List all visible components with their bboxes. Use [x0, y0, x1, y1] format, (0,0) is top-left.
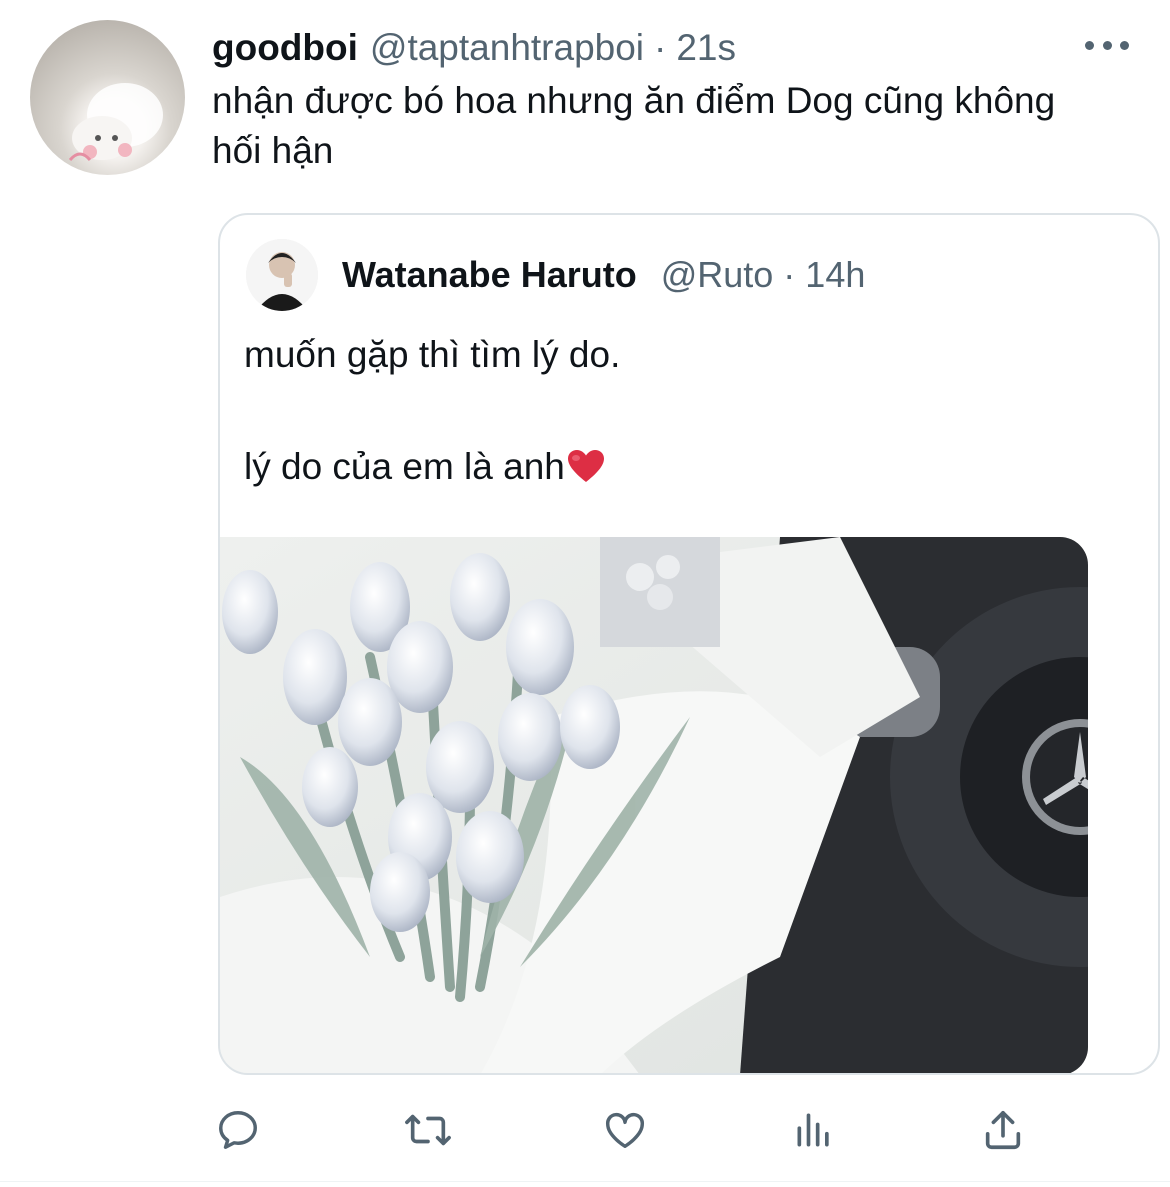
- display-name[interactable]: goodboi: [212, 27, 358, 69]
- quoted-tweet-header: Watanabe Haruto @Ruto · 14h: [342, 249, 865, 301]
- tulip-bouquet-photo[interactable]: [220, 537, 1088, 1073]
- photo-image: [220, 537, 1088, 1073]
- tweet-text: nhận được bó hoa nhưng ăn điểm Dog cũng …: [212, 80, 1056, 171]
- like-icon[interactable]: [597, 1100, 653, 1160]
- quoted-line-1: muốn gặp thì tìm lý do.: [244, 334, 621, 375]
- dot: [1120, 40, 1129, 50]
- separator-dot: ·: [783, 254, 796, 295]
- retweet-icon[interactable]: [400, 1100, 456, 1160]
- heart-emoji: [567, 443, 605, 499]
- share-icon[interactable]: [975, 1100, 1031, 1160]
- dot: [1102, 40, 1112, 50]
- more-dots-icon[interactable]: [1085, 30, 1129, 60]
- avatar-image: [68, 83, 163, 162]
- quoted-tweet-time[interactable]: 14h: [805, 254, 865, 296]
- quoted-user-handle[interactable]: @Ruto: [661, 254, 774, 296]
- tweet-header: goodboi @taptanhtrapboi · 21s: [212, 22, 736, 74]
- cat-avatar-icon[interactable]: [30, 20, 185, 175]
- quoted-user-avatar[interactable]: [246, 239, 318, 311]
- user-handle[interactable]: @taptanhtrapboi: [370, 27, 644, 69]
- person-avatar-icon: [246, 239, 318, 311]
- tweet-time[interactable]: 21s: [676, 27, 736, 69]
- quoted-tweet-card[interactable]: Watanabe Haruto @Ruto · 14h muốn gặp thì…: [218, 213, 1160, 1075]
- analytics-icon[interactable]: [786, 1100, 842, 1160]
- dot: [1085, 40, 1094, 50]
- reply-icon[interactable]: [210, 1100, 266, 1160]
- quoted-line-2-text: lý do của em là anh: [244, 446, 565, 487]
- divider: [0, 1181, 1170, 1182]
- quoted-line-2: lý do của em là anh: [244, 439, 1124, 499]
- quoted-tweet-text: muốn gặp thì tìm lý do. lý do của em là …: [244, 327, 1124, 499]
- tweet-action-bar: [210, 1100, 1040, 1160]
- separator-dot: ·: [654, 27, 667, 68]
- quoted-display-name[interactable]: Watanabe Haruto: [342, 254, 637, 296]
